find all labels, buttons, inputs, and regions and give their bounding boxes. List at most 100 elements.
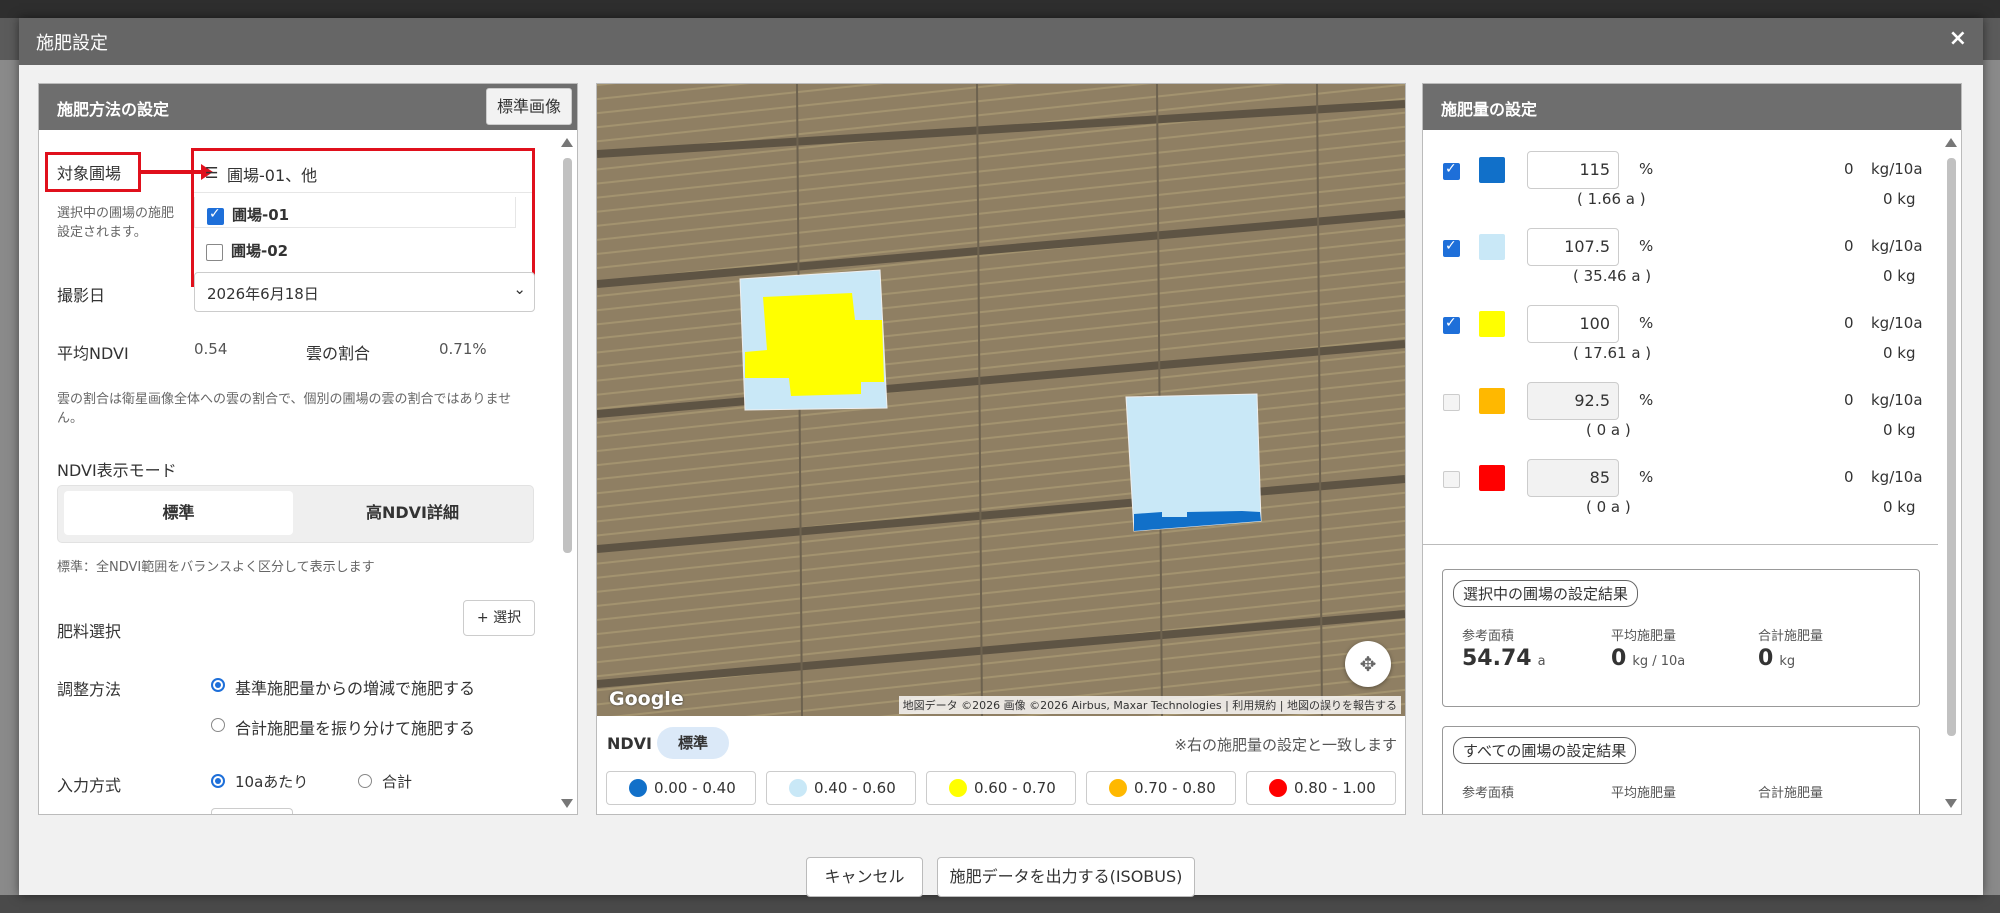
color-swatch <box>1479 234 1505 260</box>
target-field-value: 圃場-01、他 <box>227 166 318 185</box>
rate-area: ( 0 a ) <box>1586 421 1631 439</box>
legend-range: 0.80 - 1.00 <box>1294 779 1376 797</box>
capture-date-select[interactable]: 2026年6月18日 ⌄ <box>194 272 535 312</box>
ndvi-mode-high-detail[interactable]: 高NDVI詳細 <box>298 491 527 535</box>
input-total-radio[interactable] <box>358 774 372 788</box>
ndvi-mode-standard[interactable]: 標準 <box>64 491 293 535</box>
legend-swatch <box>629 779 647 797</box>
rate-input[interactable]: 92.5 <box>1527 382 1619 420</box>
selected-result-title: 選択中の圃場の設定結果 <box>1453 580 1639 607</box>
rate-amount: 0 <box>1844 314 1854 332</box>
fertilizer-select-button[interactable]: + 選択 <box>463 600 535 636</box>
legend-item: 0.40 - 0.60 <box>766 771 916 805</box>
adjust-option-1: 基準施肥量からの増減で施肥する <box>235 679 476 698</box>
legend-item: 0.60 - 0.70 <box>926 771 1076 805</box>
cancel-button[interactable]: キャンセル <box>806 857 923 897</box>
rate-unit: kg/10a <box>1871 160 1923 178</box>
input-option-1: 10aあたり <box>235 773 309 791</box>
background-page-bottom <box>0 895 2000 913</box>
legend-item: 0.80 - 1.00 <box>1246 771 1396 805</box>
field-checkbox[interactable] <box>207 206 224 225</box>
right-scrollbar[interactable] <box>1945 138 1957 808</box>
map-credit[interactable]: 地図データ ©2026 画像 ©2026 Airbus, Maxar Techn… <box>898 696 1401 714</box>
ndvi-mode-label: NDVI表示モード <box>57 461 177 480</box>
ndvi-mode-toggle: 標準 高NDVI詳細 <box>57 485 534 543</box>
scroll-up-icon[interactable] <box>1945 138 1957 147</box>
modal-title: 施肥設定 <box>36 33 108 54</box>
rate-total: 0 kg <box>1883 498 1916 516</box>
total-fert-value: 0 kg <box>1758 646 1796 671</box>
rate-checkbox[interactable] <box>1443 161 1460 180</box>
rate-amount: 0 <box>1844 468 1854 486</box>
rate-checkbox[interactable] <box>1443 471 1460 488</box>
rate-amount: 0 <box>1844 160 1854 178</box>
scroll-thumb[interactable] <box>1947 158 1956 736</box>
scroll-up-icon[interactable] <box>561 138 573 147</box>
legend-swatch <box>949 779 967 797</box>
adjust-distribute-radio[interactable] <box>211 718 225 732</box>
field-checkbox[interactable] <box>206 244 223 261</box>
rate-input[interactable]: 107.5 <box>1527 228 1619 266</box>
rate-percent: % <box>1639 314 1654 332</box>
export-isobus-button[interactable]: 施肥データを出力する(ISOBUS) <box>937 857 1195 897</box>
standard-image-button[interactable]: 標準画像 <box>485 88 572 125</box>
partial-input-field[interactable] <box>211 808 293 814</box>
scroll-down-icon[interactable] <box>1945 799 1957 808</box>
input-per10a-radio[interactable] <box>211 774 225 788</box>
rate-percent: % <box>1639 391 1654 409</box>
scroll-down-icon[interactable] <box>561 799 573 808</box>
avg-fert-value: 0 kg / 10a <box>1611 646 1686 671</box>
adjust-increase-radio[interactable] <box>211 678 225 692</box>
recenter-icon[interactable]: ✥ <box>1345 641 1391 687</box>
fertilizer-settings-modal: 施肥設定 × 施肥方法の設定 標準画像 対象圃場 ☰ 圃場-01、他 圃場-01… <box>19 18 1983 897</box>
rate-row: 92.5 % 0 kg/10a ( 0 a ) 0 kg <box>1423 379 1933 449</box>
legend-range: 0.40 - 0.60 <box>814 779 896 797</box>
panel-header: 施肥量の設定 <box>1423 84 1961 130</box>
rate-row: 115 % 0 kg/10a ( 1.66 a ) 0 kg <box>1423 148 1933 218</box>
modal-header: 施肥設定 × <box>19 18 1983 65</box>
color-swatch <box>1479 465 1505 491</box>
rate-input[interactable]: 85 <box>1527 459 1619 497</box>
rate-total: 0 kg <box>1883 190 1916 208</box>
left-scrollbar[interactable] <box>561 138 573 808</box>
fertilizer-select-label: 肥料選択 <box>57 622 122 641</box>
satellite-map[interactable]: Google 地図データ ©2026 画像 ©2026 Airbus, Maxa… <box>597 84 1405 716</box>
rate-unit: kg/10a <box>1871 468 1923 486</box>
rate-row: 107.5 % 0 kg/10a ( 35.46 a ) 0 kg <box>1423 225 1933 295</box>
target-note-2: 設定されます。 <box>57 225 147 240</box>
rate-checkbox[interactable] <box>1443 238 1460 257</box>
input-method-label: 入力方式 <box>57 776 122 795</box>
legend-item: 0.70 - 0.80 <box>1086 771 1236 805</box>
rate-total: 0 kg <box>1883 267 1916 285</box>
field-option[interactable]: 圃場-02 <box>194 233 514 263</box>
color-swatch <box>1479 311 1505 337</box>
rate-unit: kg/10a <box>1871 314 1923 332</box>
rate-checkbox[interactable] <box>1443 394 1460 411</box>
ndvi-mode-badge: 標準 <box>657 727 729 759</box>
rate-input[interactable]: 115 <box>1527 151 1619 189</box>
avg-fert-label: 平均施肥量 <box>1611 786 1677 801</box>
panel-title: 施肥量の設定 <box>1441 100 1538 119</box>
background-page-right <box>1982 60 2000 895</box>
field-option-label: 圃場-02 <box>231 242 289 260</box>
rate-checkbox[interactable] <box>1443 315 1460 334</box>
capture-date-label: 撮影日 <box>57 286 106 305</box>
adjust-method-label: 調整方法 <box>57 680 122 699</box>
rate-amount: 0 <box>1844 237 1854 255</box>
field-option[interactable]: 圃場-01 <box>194 197 516 228</box>
avg-ndvi-value: 0.54 <box>194 340 228 358</box>
target-note: 選択中の圃場の施肥 <box>57 206 175 221</box>
selected-result-box: 選択中の圃場の設定結果 参考面積 54.74 a 平均施肥量 0 kg / 10a … <box>1442 569 1920 707</box>
ref-area-value: 54.74 a <box>1462 646 1546 671</box>
chevron-down-icon: ⌄ <box>513 280 526 298</box>
scroll-thumb[interactable] <box>563 158 572 553</box>
map-panel: Google 地図データ ©2026 画像 ©2026 Airbus, Maxa… <box>596 83 1406 815</box>
color-swatch <box>1479 388 1505 414</box>
rate-total: 0 kg <box>1883 344 1916 362</box>
rate-unit: kg/10a <box>1871 237 1923 255</box>
close-icon[interactable]: × <box>1949 26 1967 51</box>
divider <box>1423 544 1938 545</box>
legend-swatch <box>1109 779 1127 797</box>
rate-input[interactable]: 100 <box>1527 305 1619 343</box>
rate-area: ( 1.66 a ) <box>1577 190 1646 208</box>
